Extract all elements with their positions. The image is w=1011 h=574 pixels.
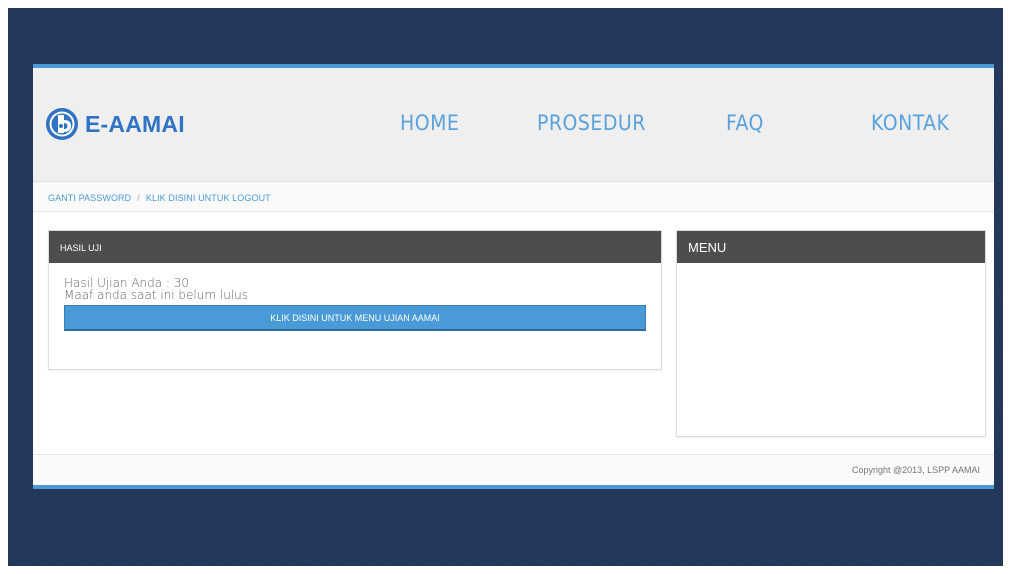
change-password-link[interactable]: GANTI PASSWORD — [48, 193, 131, 203]
breadcrumb-separator: / — [137, 193, 140, 203]
copyright-text: Copyright @2013, LSPP AAMAI — [851, 465, 980, 475]
exam-menu-button[interactable]: KLIK DISINI UNTUK MENU UJIAN AAMAI — [64, 305, 646, 331]
site-name: E-AAMAI — [85, 110, 185, 137]
menu-panel: MENU — [676, 230, 986, 437]
logout-link[interactable]: KLIK DISINI UNTUK LOGOUT — [146, 193, 271, 203]
result-panel-title: HASIL UJI — [49, 231, 661, 263]
breadcrumb: GANTI PASSWORD / KLIK DISINI UNTUK LOGOUT — [33, 182, 994, 212]
nav-item-kontak[interactable]: KONTAK — [871, 111, 949, 135]
status-text: Maaf anda saat ini belum lulus — [64, 288, 248, 302]
nav-item-home[interactable]: HOME — [400, 111, 459, 135]
page-container: E-AAMAI HOME PROSEDUR FAQ KONTAK GANTI P… — [33, 64, 994, 489]
aamai-logo-icon — [46, 108, 78, 140]
site-header: E-AAMAI HOME PROSEDUR FAQ KONTAK — [33, 68, 994, 182]
result-panel-body: Hasil Ujian Anda : 30 Maaf anda saat ini… — [49, 263, 661, 331]
site-logo[interactable]: E-AAMAI — [45, 107, 185, 141]
site-footer: Copyright @2013, LSPP AAMAI — [33, 454, 994, 485]
nav-item-faq[interactable]: FAQ — [726, 111, 764, 135]
nav-item-prosedur[interactable]: PROSEDUR — [537, 111, 646, 135]
result-panel: HASIL UJI Hasil Ujian Anda : 30 Maaf and… — [48, 230, 662, 370]
menu-panel-title: MENU — [677, 231, 985, 263]
